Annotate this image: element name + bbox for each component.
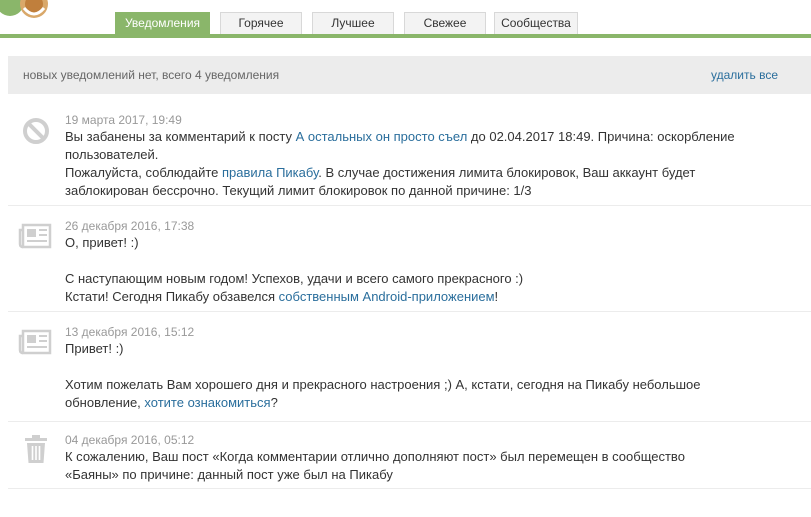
tab-fresh[interactable]: Свежее bbox=[404, 12, 486, 34]
android-app-link[interactable]: собственным Android-приложением bbox=[279, 289, 495, 304]
notification-date: 19 марта 2017, 19:49 bbox=[65, 113, 182, 127]
notification-text-line: Кстати! Сегодня Пикабу обзавелся собстве… bbox=[65, 289, 499, 304]
header: Уведомления Горячее Лучшее Свежее Сообще… bbox=[0, 0, 811, 38]
notification-text-line: К сожалению, Ваш пост «Когда комментарии… bbox=[65, 449, 685, 464]
notification-date: 26 декабря 2016, 17:38 bbox=[65, 219, 195, 233]
notification-text-line: Привет! :) bbox=[65, 341, 124, 356]
ban-icon bbox=[23, 118, 49, 144]
notification-item: 13 декабря 2016, 15:12 Привет! :) Хотим … bbox=[8, 312, 811, 422]
trash-icon bbox=[25, 435, 47, 463]
nav-tabs: Уведомления Горячее Лучшее Свежее Сообще… bbox=[115, 12, 586, 34]
notification-text-line: С наступающим новым годом! Успехов, удач… bbox=[65, 271, 524, 286]
tab-hot[interactable]: Горячее bbox=[220, 12, 302, 34]
notification-text-line: Пожалуйста, соблюдайте правила Пикабу. В… bbox=[65, 165, 696, 180]
rules-link[interactable]: правила Пикабу bbox=[222, 165, 318, 180]
notifications-list: 19 марта 2017, 19:49 Вы забанены за комм… bbox=[8, 102, 811, 489]
notifications-summary-text: новых уведомлений нет, всего 4 уведомлен… bbox=[23, 68, 280, 82]
pikabu-logo[interactable] bbox=[0, 0, 56, 20]
tab-best[interactable]: Лучшее bbox=[312, 12, 394, 34]
notification-text-line: заблокирован бессрочно. Текущий лимит бл… bbox=[65, 183, 532, 198]
newspaper-icon bbox=[18, 329, 52, 355]
update-link[interactable]: хотите ознакомиться bbox=[144, 395, 270, 410]
notifications-summary-bar: новых уведомлений нет, всего 4 уведомлен… bbox=[8, 56, 811, 94]
notification-date: 13 декабря 2016, 15:12 bbox=[65, 325, 195, 339]
tabs-underline bbox=[0, 34, 811, 38]
notification-text-line: обновление, хотите ознакомиться? bbox=[65, 395, 278, 410]
notification-date: 04 декабря 2016, 05:12 bbox=[65, 433, 195, 447]
newspaper-icon bbox=[18, 223, 52, 249]
notification-item: 19 марта 2017, 19:49 Вы забанены за комм… bbox=[8, 102, 811, 206]
notification-text-line: Хотим пожелать Вам хорошего дня и прекра… bbox=[65, 377, 701, 392]
tab-notifications[interactable]: Уведомления bbox=[115, 12, 210, 34]
notification-text-line: «Баяны» по причине: данный пост уже был … bbox=[65, 467, 393, 482]
delete-all-link[interactable]: удалить все bbox=[711, 56, 778, 94]
post-link[interactable]: А остальных он просто съел bbox=[296, 129, 468, 144]
notification-text-line: Вы забанены за комментарий к посту А ост… bbox=[65, 129, 735, 144]
tab-communities[interactable]: Сообщества bbox=[494, 12, 578, 34]
notification-item: 26 декабря 2016, 17:38 О, привет! :) С н… bbox=[8, 206, 811, 312]
notification-text-line: О, привет! :) bbox=[65, 235, 139, 250]
notification-text-line: пользователей. bbox=[65, 147, 159, 162]
notification-item: 04 декабря 2016, 05:12 К сожалению, Ваш … bbox=[8, 422, 811, 489]
